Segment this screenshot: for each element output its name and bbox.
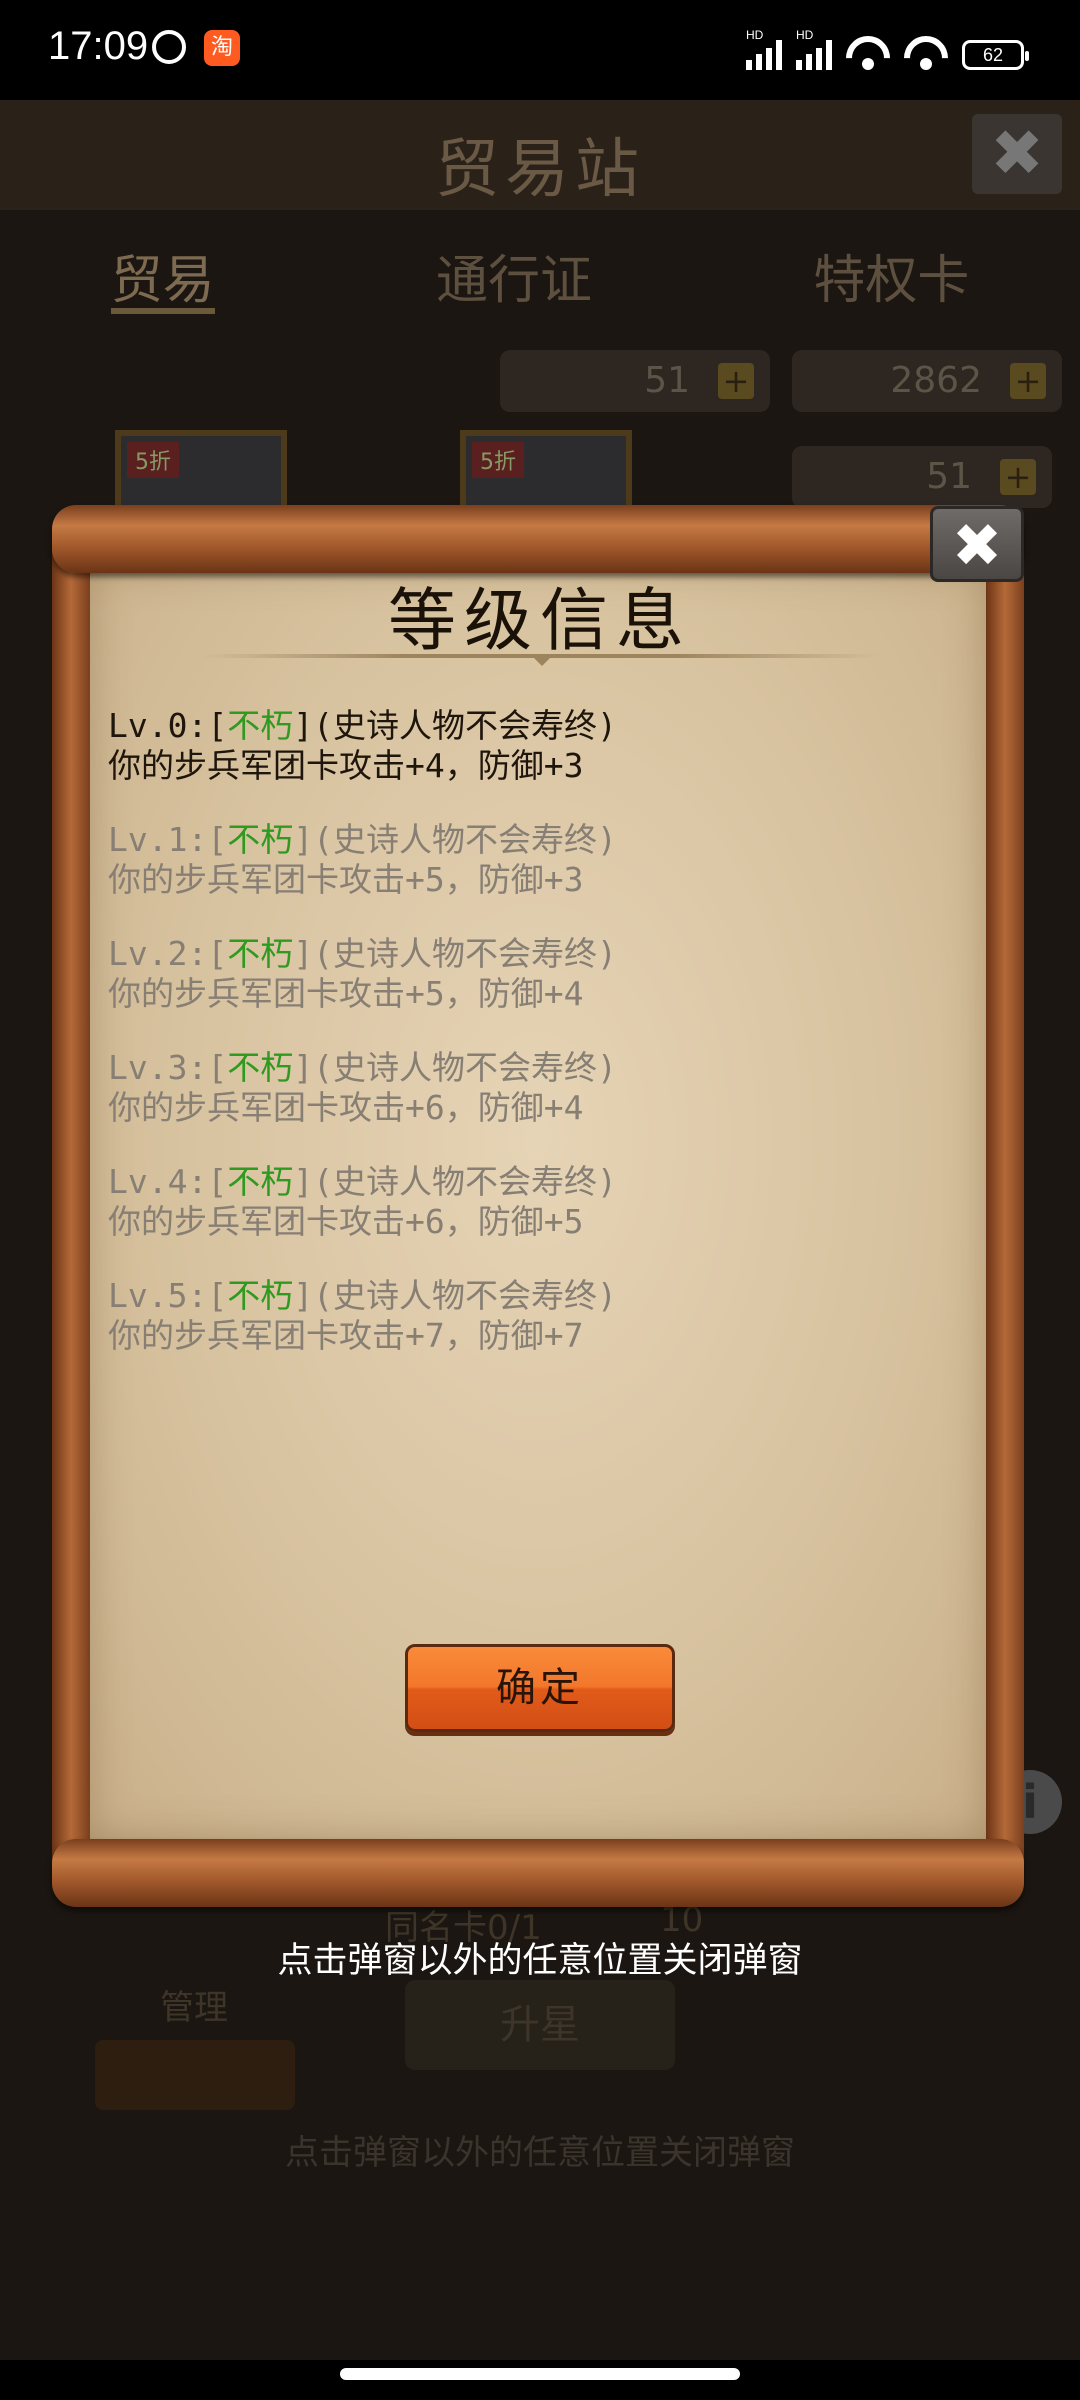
level-label: Lv.2:[ (108, 934, 228, 973)
currency-medal-value: 51 (644, 360, 690, 401)
plus-icon: + (718, 363, 754, 399)
tab-privilege-card: 特权卡 (813, 251, 970, 311)
level-label: Lv.5:[ (108, 1276, 228, 1315)
tab-pass: 通行证 (435, 251, 592, 311)
wifi-icon (904, 36, 948, 70)
level-item-2: Lv.2:[不朽](史诗人物不会寿终) 你的步兵军团卡攻击+5，防御+4 (108, 934, 988, 1014)
wifi-icon (846, 36, 890, 70)
nav-area (0, 2360, 1080, 2400)
currency-medal-2: 51 + (792, 446, 1052, 508)
discount-tag: 5折 (472, 442, 524, 478)
level-effect: 你的步兵军团卡攻击+6，防御+4 (108, 1088, 584, 1127)
scroll-side (986, 545, 1024, 1865)
level-effect: 你的步兵军团卡攻击+5，防御+3 (108, 860, 584, 899)
currency-gem-value: 2862 (890, 360, 982, 401)
level-label: Lv.3:[ (108, 1048, 228, 1087)
alarm-icon (152, 30, 186, 64)
level-list: Lv.0:[不朽](史诗人物不会寿终) 你的步兵军团卡攻击+4，防御+3 Lv.… (108, 706, 988, 1390)
dialog-title: 等级信息 (387, 582, 692, 661)
currency-medal: 51 + (500, 350, 770, 412)
level-item-0: Lv.0:[不朽](史诗人物不会寿终) 你的步兵军团卡攻击+4，防御+3 (108, 706, 988, 786)
hd-label: HD (746, 28, 764, 42)
discount-tag: 5折 (127, 442, 179, 478)
battery-level: 62 (982, 44, 1004, 65)
signal-icon: HD (796, 28, 832, 70)
currency-medal-2-value: 51 (926, 456, 972, 497)
level-effect: 你的步兵军团卡攻击+4，防御+3 (108, 746, 584, 785)
clock: 17:09 (48, 24, 149, 68)
signal-icon: HD (746, 28, 782, 70)
hd-label: HD (796, 28, 814, 42)
background-button (95, 2040, 295, 2110)
trait-name: 不朽 (227, 934, 294, 973)
background-close-hint: 点击弹窗以外的任意位置关闭弹窗 (285, 2133, 795, 2173)
confirm-button[interactable]: 确定 (405, 1644, 675, 1732)
plus-icon: + (1010, 363, 1046, 399)
level-item-4: Lv.4:[不朽](史诗人物不会寿终) 你的步兵军团卡攻击+6，防御+5 (108, 1162, 988, 1242)
trait-desc: ](史诗人物不会寿终) (293, 1276, 617, 1315)
close-hint: 点击弹窗以外的任意位置关闭弹窗 (277, 1941, 803, 1981)
currency-gem: 2862 + (792, 350, 1062, 412)
background-close-icon: ✖ (972, 114, 1062, 194)
trait-name: 不朽 (227, 706, 294, 745)
level-item-1: Lv.1:[不朽](史诗人物不会寿终) 你的步兵军团卡攻击+5，防御+3 (108, 820, 988, 900)
trait-desc: ](史诗人物不会寿终) (293, 934, 617, 973)
home-indicator[interactable] (340, 2368, 740, 2380)
star-up-button: 升星 (405, 1980, 675, 2070)
level-label: Lv.1:[ (108, 820, 228, 859)
battery-icon: 62 (962, 40, 1029, 70)
trait-desc: ](史诗人物不会寿终) (293, 820, 617, 859)
trait-desc: ](史诗人物不会寿终) (293, 1162, 617, 1201)
trait-desc: ](史诗人物不会寿终) (293, 1048, 617, 1087)
tab-trade: 贸易 (110, 228, 215, 314)
level-label: Lv.4:[ (108, 1162, 228, 1201)
scroll-rod-bottom (52, 1839, 1024, 1907)
trait-desc: ](史诗人物不会寿终) (293, 706, 617, 745)
plus-icon: + (1000, 459, 1036, 495)
manage-label: 管理 (160, 1988, 228, 2028)
background-tabs: 贸易 通行证 特权卡 (0, 228, 1080, 318)
level-effect: 你的步兵军团卡攻击+5，防御+4 (108, 974, 584, 1013)
trait-name: 不朽 (227, 820, 294, 859)
background-header: 贸易站 ✖ (0, 100, 1080, 210)
title-divider (200, 654, 880, 666)
level-effect: 你的步兵军团卡攻击+6，防御+5 (108, 1202, 584, 1241)
trait-name: 不朽 (227, 1162, 294, 1201)
trait-name: 不朽 (227, 1048, 294, 1087)
level-item-3: Lv.3:[不朽](史诗人物不会寿终) 你的步兵军团卡攻击+6，防御+4 (108, 1048, 988, 1128)
trait-name: 不朽 (227, 1276, 294, 1315)
scroll-rod-top (52, 505, 1024, 573)
background-title: 贸易站 (435, 133, 645, 207)
level-effect: 你的步兵军团卡攻击+7，防御+7 (108, 1316, 584, 1355)
level-label: Lv.0:[ (108, 706, 228, 745)
scroll-side (52, 545, 90, 1865)
status-bar: 17:09 淘 HD HD 62 (0, 0, 1080, 100)
taobao-app-icon: 淘 (204, 30, 240, 66)
level-item-5: Lv.5:[不朽](史诗人物不会寿终) 你的步兵军团卡攻击+7，防御+7 (108, 1276, 988, 1356)
